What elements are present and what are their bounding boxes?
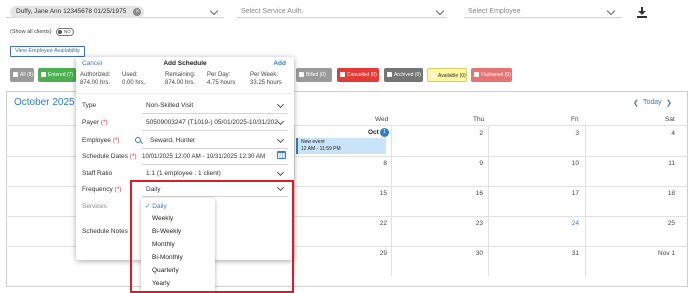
date-cell[interactable]: 29: [367, 250, 387, 257]
stat-per-week-label: Per Week:: [250, 72, 278, 78]
legend-billed[interactable]: Billed (0): [296, 68, 332, 82]
schedule-dates-field[interactable]: 10/01/2025 12:00 AM - 10/31/2025 12:30 A…: [142, 153, 265, 160]
stat-per-day-value: 4.75 hours: [207, 80, 236, 86]
date-cell[interactable]: 9: [463, 160, 483, 167]
legend-archived[interactable]: Archived (0): [384, 68, 423, 82]
legend-all[interactable]: All (8): [10, 68, 34, 82]
type-label: Type: [82, 102, 97, 109]
add-button[interactable]: Add: [273, 60, 286, 67]
date-cell[interactable]: 4: [655, 130, 675, 137]
staff-ratio-select[interactable]: 1:1 (1 employee : 1 client): [146, 170, 221, 177]
date-cell[interactable]: 22: [367, 220, 387, 227]
date-cell[interactable]: 15: [367, 190, 387, 197]
grid-line: [294, 125, 295, 276]
divider: [76, 93, 294, 94]
grid-line: [488, 125, 489, 276]
day-header-fri: Fri: [571, 116, 579, 123]
date-cell[interactable]: 8: [367, 160, 387, 167]
stat-used-value: 0.00 hrs.: [122, 80, 146, 86]
stat-used-label: Used:: [122, 72, 138, 78]
legend-orphaned[interactable]: Orphaned (0): [471, 68, 512, 82]
day-header-sat: Sat: [665, 116, 675, 123]
stat-remaining-label: Remaining:: [165, 72, 196, 78]
date-cell[interactable]: 23: [463, 220, 483, 227]
day-header-thu: Thu: [473, 116, 485, 123]
legend-cancelled[interactable]: Cancelled (0): [337, 68, 379, 82]
date-cell[interactable]: 17: [559, 190, 579, 197]
employee-label: Employee (*): [82, 137, 120, 144]
search-icon[interactable]: [135, 137, 141, 143]
date-cell[interactable]: Nov 1: [641, 250, 675, 257]
employee-placeholder: Select Employee: [468, 8, 521, 15]
divider: [142, 148, 288, 149]
calendar-event[interactable]: New event 12 AM - 11:59 PM: [296, 138, 386, 154]
grid-line: [585, 125, 586, 276]
stat-per-week-value: 33.25 hours: [250, 80, 282, 86]
today-button[interactable]: Today: [643, 99, 662, 106]
divider: [142, 113, 288, 114]
type-select[interactable]: Non-Skilled Visit: [146, 102, 193, 109]
payer-label: Payer (*): [82, 119, 108, 126]
stat-authorized-label: Authorized:: [80, 72, 111, 78]
divider: [142, 164, 288, 165]
client-chip[interactable]: Duffy, Jane Ann 12345678 01/25/1975 ×: [10, 6, 145, 18]
oct-label: Oct: [368, 129, 379, 136]
service-auth-placeholder: Select Service Auth: [241, 8, 302, 15]
payer-select[interactable]: 50509003247 (T1019-) 05/01/2025-10/31/20…: [146, 119, 278, 126]
show-all-clients-label: (Show all clients): [10, 29, 52, 35]
event-time: 12 AM - 11:59 PM: [301, 145, 341, 152]
download-icon[interactable]: [637, 7, 647, 18]
staff-ratio-label: Staff Ratio: [82, 170, 113, 177]
date-cell[interactable]: 11: [655, 160, 675, 167]
employee-field[interactable]: Seward, Hunter: [150, 137, 195, 144]
show-all-clients-toggle[interactable]: NO: [56, 28, 74, 36]
highlight-box: [130, 180, 294, 293]
client-chip-label: Duffy, Jane Ann 12345678 01/25/1975: [16, 8, 127, 15]
date-cell[interactable]: 24: [559, 220, 579, 227]
calendar-icon[interactable]: [277, 151, 286, 159]
date-cell[interactable]: 31: [559, 250, 579, 257]
legend-available[interactable]: Available (0): [427, 68, 467, 82]
next-month-icon[interactable]: ❯: [666, 99, 672, 107]
stat-remaining-value: 874.00 hrs.: [165, 80, 196, 86]
grid-line: [391, 125, 392, 276]
date-cell[interactable]: 25: [655, 220, 675, 227]
date-cell[interactable]: 2: [463, 130, 483, 137]
day-header-wed: Wed: [375, 116, 389, 123]
date-cell[interactable]: 3: [559, 130, 579, 137]
schedule-notes-label: Schedule Notes: [82, 228, 128, 235]
services-label: Services: [82, 203, 107, 210]
stat-authorized-value: 874.00 hrs.: [80, 80, 111, 86]
stat-per-day-label: Per Day:: [207, 72, 231, 78]
prev-month-icon[interactable]: ❮: [633, 99, 639, 107]
date-cell[interactable]: 18: [655, 190, 675, 197]
legend-entered[interactable]: Entered (7): [38, 68, 76, 82]
divider: [142, 130, 288, 131]
schedule-dates-label: Schedule Dates (*): [82, 153, 137, 160]
close-icon[interactable]: ×: [133, 8, 142, 16]
date-cell[interactable]: 10: [559, 160, 579, 167]
frequency-label: Frequency (*): [82, 186, 122, 193]
view-employee-availability-button[interactable]: View Employee Availability: [10, 46, 85, 57]
today-date-badge[interactable]: 1: [380, 128, 389, 137]
date-cell[interactable]: 16: [463, 190, 483, 197]
popup-title: Add Schedule: [163, 60, 207, 67]
date-cell[interactable]: 30: [463, 250, 483, 257]
month-title: October 2025: [14, 97, 75, 108]
